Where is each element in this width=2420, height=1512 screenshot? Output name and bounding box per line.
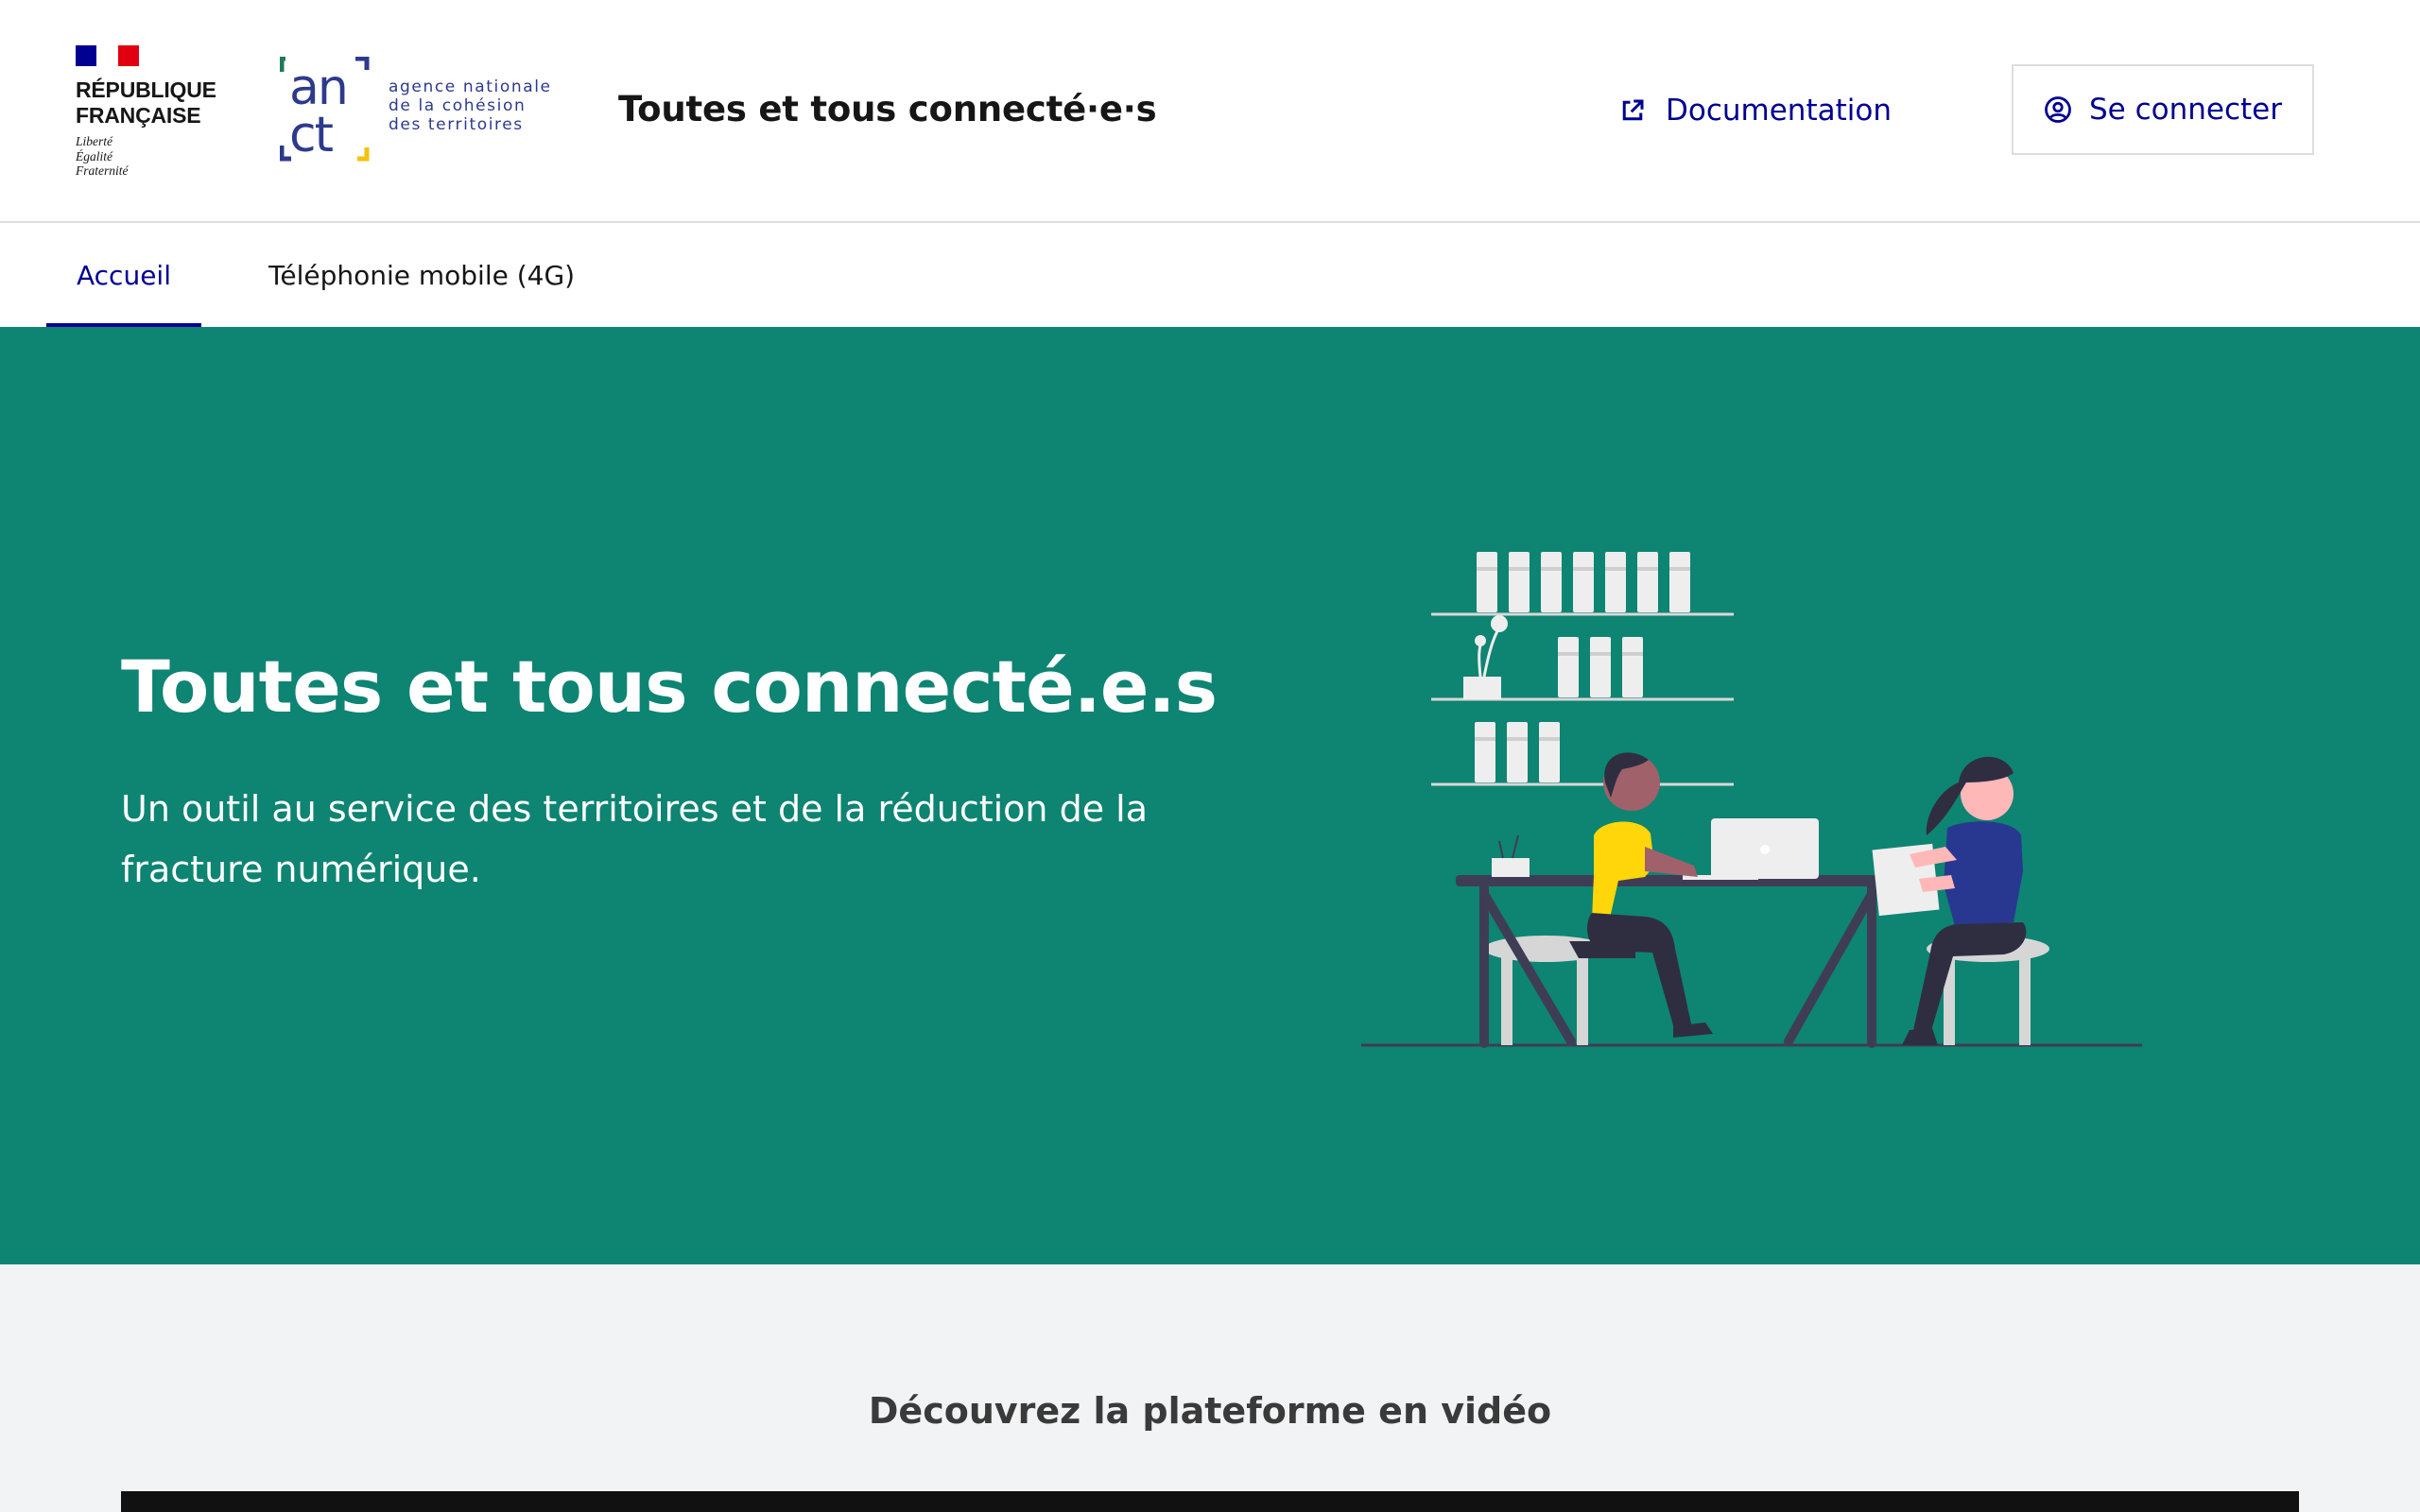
french-flag-icon [76,45,139,66]
hero-title: Toutes et tous connecté.e.s [121,644,1218,729]
svg-text:ct: ct [289,107,334,163]
site-title[interactable]: Toutes et tous connecté·e·s [618,87,1157,132]
main-navigation: Accueil Téléphonie mobile (4G) [0,223,2420,327]
video-section-title: Découvrez la plateforme en vidéo [868,1390,1552,1432]
anct-logo-mark: an ct [280,57,370,163]
login-label: Se connecter [2089,93,2282,127]
video-player[interactable] [121,1491,2299,1512]
republique-francaise-logo[interactable]: RÉPUBLIQUE FRANÇAISE Liberté Égalité Fra… [76,45,236,180]
site-header: RÉPUBLIQUE FRANÇAISE Liberté Égalité Fra… [0,0,2420,223]
republique-francaise-name: RÉPUBLIQUE FRANÇAISE [76,77,216,128]
hero-banner: Toutes et tous connecté.e.s Un outil au … [0,327,2420,1264]
republique-motto: Liberté Égalité Fraternité [76,134,129,178]
login-button[interactable]: Se connecter [2012,64,2314,155]
anct-logo-text: agence nationale de la cohésion des terr… [389,77,552,134]
two-people-working-at-desk-illustration [1361,552,2142,1048]
hero-subtitle: Un outil au service des territoires et d… [121,788,1149,890]
nav-item-telephonie-mobile[interactable]: Téléphonie mobile (4G) [268,223,575,327]
anct-logo[interactable]: an ct agence nationale de la cohésion de… [280,57,582,166]
documentation-link[interactable]: Documentation [1618,87,1892,134]
video-section: Découvrez la plateforme en vidéo [0,1264,2420,1512]
documentation-label: Documentation [1666,94,1892,128]
nav-item-accueil[interactable]: Accueil [46,223,201,327]
user-circle-icon [2044,95,2072,124]
external-link-icon [1618,96,1647,125]
